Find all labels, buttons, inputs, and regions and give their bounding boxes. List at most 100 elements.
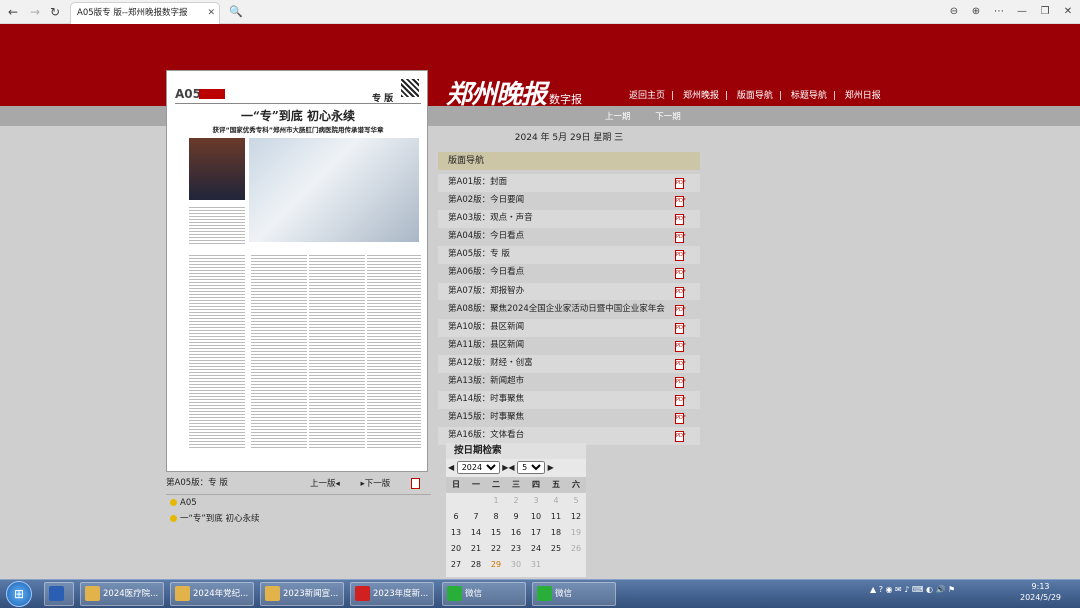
calendar-day[interactable]: 12 xyxy=(566,509,586,525)
close-window-button[interactable]: ✕ xyxy=(1060,4,1076,20)
next-month-icon[interactable]: ▶ xyxy=(548,463,554,472)
pdf-icon[interactable] xyxy=(410,478,420,489)
next-page-link[interactable]: ▸下一版 xyxy=(360,479,390,489)
pdf-icon[interactable]: PDF xyxy=(675,178,686,189)
nav-home[interactable]: 返回主页 xyxy=(629,91,665,101)
paper-mini-logo xyxy=(199,89,225,99)
pdf-icon[interactable]: PDF xyxy=(675,358,686,370)
calendar-day[interactable]: 9 xyxy=(506,509,526,525)
calendar-day[interactable]: 27 xyxy=(446,557,466,573)
calendar-day[interactable]: 7 xyxy=(466,509,486,525)
nav-titles[interactable]: 标题导航 xyxy=(791,91,827,101)
calendar-day[interactable]: 22 xyxy=(486,541,506,557)
calendar-day[interactable]: 17 xyxy=(526,525,546,541)
section-item[interactable]: 第A04版：今日看点 PDF xyxy=(438,228,700,247)
site-logo[interactable]: 郑州晚报 数字报 xyxy=(446,74,582,111)
pdf-icon[interactable]: PDF xyxy=(675,340,686,352)
forward-button[interactable]: → xyxy=(26,3,44,21)
pdf-icon[interactable]: PDF xyxy=(675,214,686,226)
section-item[interactable]: 第A05版：专 版 PDF xyxy=(438,246,700,265)
reload-button[interactable]: ↻ xyxy=(46,3,64,21)
calendar-day: 5 xyxy=(573,496,579,505)
calendar-day[interactable]: 24 xyxy=(526,541,546,557)
calendar-day[interactable]: 15 xyxy=(486,525,506,541)
calendar-day[interactable]: 20 xyxy=(446,541,466,557)
taskbar-item[interactable] xyxy=(44,582,74,606)
calendar-day[interactable]: 28 xyxy=(466,557,486,573)
section-item[interactable]: 第A11版：县区新闻 PDF xyxy=(438,336,700,355)
section-label: 第A13版：新闻超市 xyxy=(448,376,525,387)
taskbar-item[interactable]: 2024医疗院... xyxy=(80,582,164,606)
back-button[interactable]: ← xyxy=(4,3,22,21)
pdf-icon[interactable]: PDF xyxy=(675,250,686,262)
calendar-day[interactable]: 14 xyxy=(466,525,486,541)
more-icon[interactable]: ⋯ xyxy=(991,4,1007,20)
restore-button[interactable]: ❐ xyxy=(1037,4,1053,20)
month-select[interactable]: 5 xyxy=(517,461,546,474)
search-icon[interactable]: 🔍 xyxy=(226,3,246,21)
pdf-icon[interactable]: PDF xyxy=(675,413,686,425)
pdf-icon[interactable]: PDF xyxy=(675,196,686,208)
pdf-icon[interactable]: PDF xyxy=(675,431,686,443)
taskbar-item[interactable]: 微信 xyxy=(442,582,526,606)
section-item[interactable]: 第A03版：观点・声音 PDF xyxy=(438,210,700,228)
section-item[interactable]: 第A10版：县区新闻 PDF xyxy=(438,318,700,337)
calendar-day[interactable]: 16 xyxy=(506,525,526,541)
calendar-day[interactable]: 13 xyxy=(446,525,466,541)
section-item[interactable]: 第A01版：封面 PDF xyxy=(438,174,700,192)
article-item[interactable]: A05 xyxy=(166,495,431,511)
newspaper-page-image[interactable]: A05 专 版 一“专”到底 初心永续 获评“国家优秀专科”郑州市大肠肛门病医院… xyxy=(166,70,428,472)
issue-date: 2024 年 5月 29日 星期 三 xyxy=(514,133,624,143)
pdf-icon[interactable]: PDF xyxy=(675,268,686,280)
calendar-day[interactable]: 23 xyxy=(506,541,526,557)
calendar-day: 4 xyxy=(553,496,559,505)
calendar-day[interactable]: 21 xyxy=(466,541,486,557)
calendar-day[interactable]: 25 xyxy=(546,541,566,557)
section-item[interactable]: 第A14版：时事聚焦 PDF xyxy=(438,391,700,409)
calendar-day[interactable]: 6 xyxy=(446,509,466,525)
taskbar-item[interactable]: 2023年度新... xyxy=(350,582,434,606)
taskbar-item[interactable]: 微信 xyxy=(532,582,616,606)
section-item[interactable]: 第A12版：财经・创富 PDF xyxy=(438,354,700,373)
taskbar-clock[interactable]: 9:13 2024/5/29 xyxy=(1020,581,1061,603)
next-year-icon[interactable]: ▶◀ xyxy=(502,463,514,472)
taskbar-item[interactable]: 2024年党纪... xyxy=(170,582,254,606)
taskbar-item-label: 2023年度新... xyxy=(373,589,429,599)
nav-layout[interactable]: 版面导航 xyxy=(737,91,773,101)
article-item[interactable]: 一“专”到底 初心永续 xyxy=(166,511,431,527)
pdf-icon[interactable]: PDF xyxy=(675,232,686,244)
pdf-icon[interactable]: PDF xyxy=(675,395,686,407)
globe-icon[interactable]: ⊕ xyxy=(968,4,984,20)
section-item[interactable]: 第A13版：新闻超市 PDF xyxy=(438,373,700,391)
next-issue-link[interactable]: 下一期 xyxy=(655,112,681,122)
nav-zzrb[interactable]: 郑州日报 xyxy=(845,91,881,101)
taskbar-item[interactable]: 2023新闻宣... xyxy=(260,582,344,606)
close-tab-icon[interactable]: ✕ xyxy=(207,3,215,23)
prev-page-link[interactable]: 上一版◂ xyxy=(310,479,340,489)
pdf-icon[interactable]: PDF xyxy=(675,377,686,389)
pdf-icon[interactable]: PDF xyxy=(675,322,686,334)
section-item[interactable]: 第A15版：时事聚焦 PDF xyxy=(438,409,700,428)
section-item[interactable]: 第A08版：聚焦2024全国企业家活动日暨中国企业家年会 PDF xyxy=(438,300,700,319)
section-label: 第A01版：封面 xyxy=(448,177,508,187)
section-item[interactable]: 第A02版：今日要闻 PDF xyxy=(438,192,700,210)
weekday-header: 日 xyxy=(446,477,466,493)
year-select[interactable]: 2024 xyxy=(456,461,500,474)
start-button-icon[interactable]: ⊞ xyxy=(6,581,32,607)
section-item[interactable]: 第A06版：今日看点 PDF xyxy=(438,264,700,283)
download-icon[interactable]: ⊖ xyxy=(946,4,962,20)
browser-tab[interactable]: A05版专 版--郑州晚报数字报 ✕ xyxy=(70,2,220,24)
pdf-icon[interactable]: PDF xyxy=(675,304,686,316)
prev-issue-link[interactable]: 上一期 xyxy=(605,112,631,122)
calendar-day[interactable]: 11 xyxy=(546,509,566,525)
nav-zzwb[interactable]: 郑州晚报 xyxy=(683,91,719,101)
section-item[interactable]: 第A07版：郑报智办 PDF xyxy=(438,282,700,301)
minimize-button[interactable]: — xyxy=(1014,4,1030,20)
calendar-day[interactable]: 18 xyxy=(546,525,566,541)
calendar-day: 1 xyxy=(493,496,499,505)
calendar-day[interactable]: 29 xyxy=(486,557,506,573)
calendar-day[interactable]: 8 xyxy=(486,509,506,525)
prev-year-icon[interactable]: ◀ xyxy=(448,463,454,472)
calendar-day[interactable]: 10 xyxy=(526,509,546,525)
pdf-icon[interactable]: PDF xyxy=(675,286,686,298)
